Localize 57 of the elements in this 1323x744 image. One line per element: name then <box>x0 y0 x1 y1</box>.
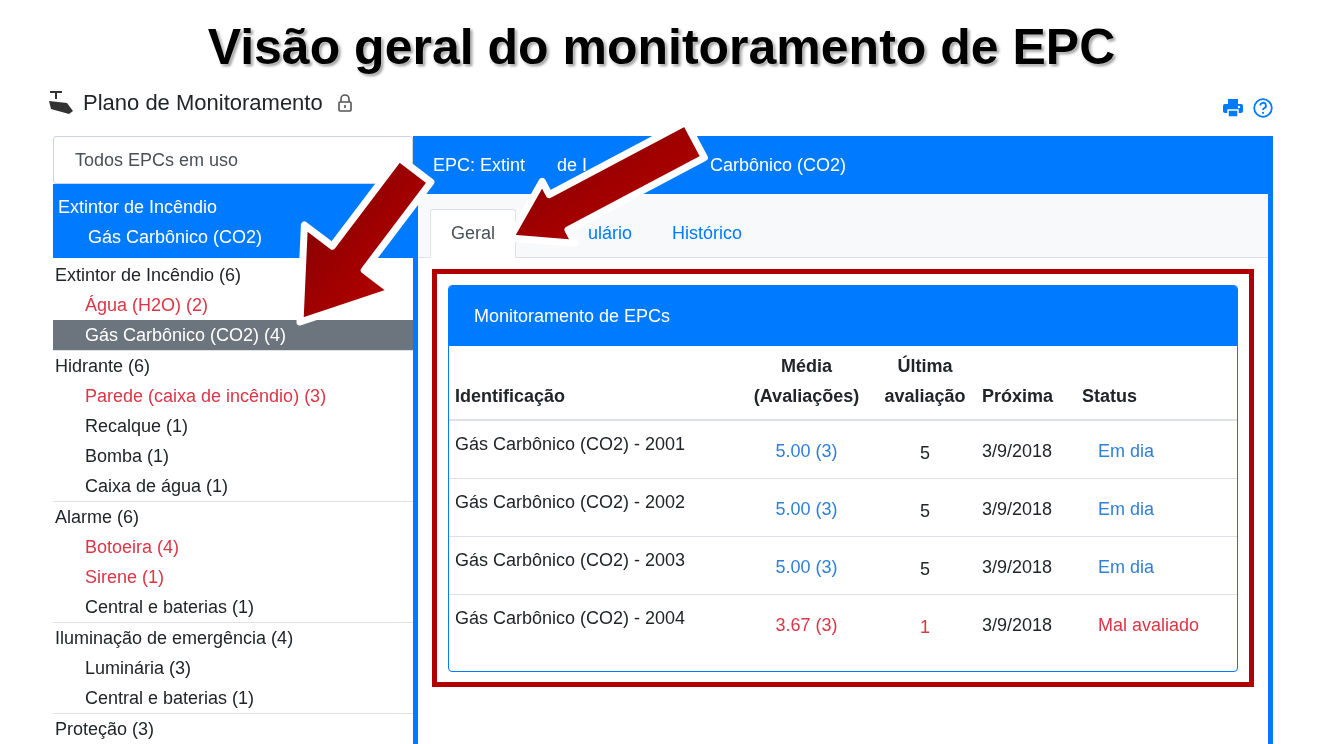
subcategory-item[interactable]: Recalque (1) <box>53 411 413 441</box>
lock-icon[interactable] <box>336 93 353 112</box>
tab[interactable]: Geral <box>430 209 516 258</box>
tab[interactable]: ulário <box>584 209 653 258</box>
column-header: Última avaliação <box>884 356 966 406</box>
category-item[interactable]: Proteção (3) <box>53 714 413 744</box>
table-cell: Gás Carbônico (CO2) - 2004 <box>455 608 686 628</box>
panel-title: Carbônico (CO2) <box>710 153 847 177</box>
rating-link[interactable]: 5.00 (3) <box>775 499 838 519</box>
banner-title: Visão geral do monitoramento de EPC <box>207 22 1116 77</box>
current-item: Gás Carbônico (CO2) <box>87 226 264 249</box>
table-cell: 1 <box>920 617 930 637</box>
current-category: Extintor de Incêndio <box>58 196 219 219</box>
subcategory-item[interactable]: Central e baterias (1) <box>53 592 413 622</box>
rating-link[interactable]: 5.00 (3) <box>775 557 838 577</box>
subcategory-item[interactable]: Parede (caixa de incêndio) (3) <box>53 381 413 411</box>
category-item[interactable]: Iluminação de emergência (4) <box>53 623 413 653</box>
table-cell: Gás Carbônico (CO2) - 2003 <box>455 550 686 570</box>
rating-link[interactable]: 5.00 (3) <box>775 441 838 461</box>
column-header: Próxima <box>982 386 1054 406</box>
print-icon[interactable] <box>1223 99 1243 117</box>
table-cell: 5 <box>920 443 930 463</box>
subcategory-item[interactable]: Água (H2O) (2) <box>53 290 413 320</box>
table-cell: 3/9/2018 <box>982 499 1053 519</box>
category-item[interactable]: Alarme (6) <box>53 502 413 532</box>
status-link[interactable]: Mal avaliado <box>1098 615 1200 635</box>
subcategory-item[interactable]: Luminária (3) <box>53 653 413 683</box>
rating-link[interactable]: 3.67 (3) <box>775 615 838 635</box>
subcategory-item[interactable]: Gás Carbônico (CO2) (4) <box>53 320 413 350</box>
filter-select[interactable]: Todos EPCs em uso <box>53 136 413 184</box>
table-cell: 5 <box>920 559 930 579</box>
help-icon[interactable] <box>1253 98 1273 118</box>
subcategory-item[interactable]: Central e baterias (1) <box>53 683 413 713</box>
security-camera-icon <box>47 90 75 115</box>
column-header: Média (Avaliações) <box>753 356 860 406</box>
panel-title: de I <box>557 153 589 177</box>
tab[interactable]: Histórico <box>652 209 763 258</box>
subcategory-item[interactable]: Bomba (1) <box>53 441 413 471</box>
table-cell: Gás Carbônico (CO2) - 2002 <box>455 492 686 512</box>
status-link[interactable]: Em dia <box>1098 441 1155 461</box>
table-cell: 5 <box>920 501 930 521</box>
card-title: Monitoramento de EPCs <box>474 304 671 328</box>
table-cell: Gás Carbônico (CO2) - 2001 <box>455 434 686 454</box>
status-link[interactable]: Em dia <box>1098 499 1155 519</box>
status-link[interactable]: Em dia <box>1098 557 1155 577</box>
category-item[interactable]: Hidrante (6) <box>53 351 413 381</box>
table-cell: 3/9/2018 <box>982 615 1053 635</box>
category-item[interactable]: Extintor de Incêndio (6) <box>53 260 413 290</box>
table-cell: 3/9/2018 <box>982 557 1053 577</box>
table-cell: 3/9/2018 <box>982 441 1053 461</box>
subcategory-item[interactable]: Botoeira (4) <box>53 532 413 562</box>
subcategory-item[interactable]: Sirene (1) <box>53 562 413 592</box>
column-header: Identificação <box>455 386 566 406</box>
page-title: Plano de Monitoramento <box>83 89 323 117</box>
subcategory-item[interactable]: Caixa de água (1) <box>53 471 413 501</box>
column-header: Status <box>1082 386 1137 406</box>
panel-title: EPC: Extint <box>433 153 527 177</box>
